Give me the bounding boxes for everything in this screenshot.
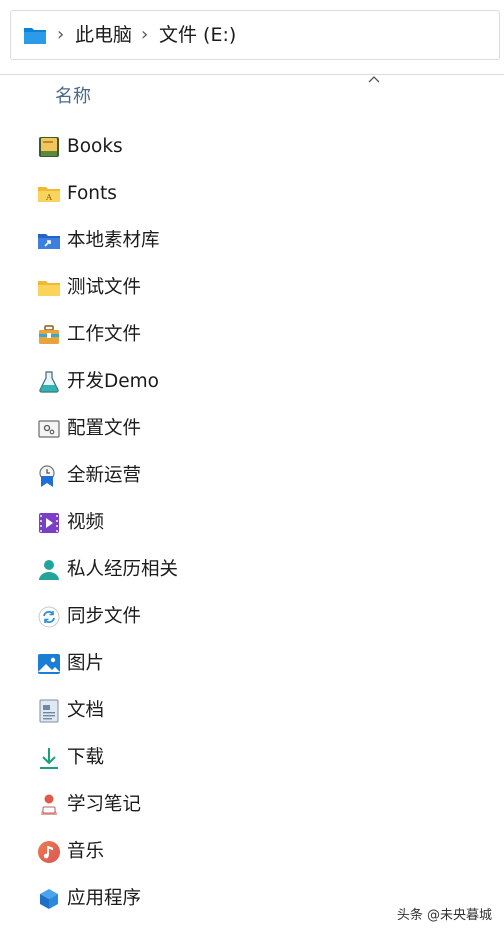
music-folder-icon [38,841,60,863]
sort-ascending-caret-icon[interactable] [367,74,381,84]
item-label: 工作文件 [67,324,142,345]
item-label: 视频 [67,512,105,533]
item-label: 文档 [67,700,105,721]
item-label: 应用程序 [67,888,142,909]
flask-folder-icon [39,371,59,393]
videos-folder-icon [39,513,59,533]
list-item[interactable]: 开发Demo [30,361,470,401]
address-bar[interactable]: › 此电脑 › 文件 (E:) [10,10,500,60]
folder-icon [24,28,46,44]
list-item[interactable]: 学习笔记 [30,784,470,824]
item-label: 测试文件 [67,277,142,298]
item-label: 下载 [67,747,105,768]
operations-folder-icon [39,465,55,487]
documents-folder-icon [39,699,59,723]
pictures-folder-icon [38,654,60,674]
item-label: 学习笔记 [67,794,142,815]
list-item[interactable]: 文档 [30,690,470,730]
list-item[interactable]: 音乐 [30,831,470,871]
user-folder-icon [39,560,59,580]
notes-folder-icon [41,794,57,815]
item-label: Books [67,136,123,157]
local-materials-folder-icon [38,234,60,249]
list-item[interactable]: 全新运营 [30,455,470,495]
list-item[interactable]: 下载 [30,737,470,777]
fonts-folder-icon: A [38,187,60,202]
breadcrumb-separator[interactable]: › [141,24,148,46]
item-label: 图片 [67,653,105,674]
list-item[interactable]: 图片 [30,643,470,683]
svg-text:A: A [45,193,52,202]
work-briefcase-folder-icon [39,325,59,344]
item-label: 同步文件 [67,606,142,627]
list-item[interactable]: Books [30,126,470,166]
list-item[interactable]: 私人经历相关 [30,549,470,589]
list-item[interactable]: A Fonts [30,173,470,213]
item-label: Fonts [67,183,117,204]
item-label: 私人经历相关 [67,559,179,580]
breadcrumb-this-pc[interactable]: 此电脑 [75,23,132,47]
list-item[interactable]: 视频 [30,502,470,542]
item-label: 配置文件 [67,418,142,439]
sync-folder-icon [38,606,60,628]
list-item[interactable]: 配置文件 [30,408,470,448]
books-folder-icon [39,137,59,157]
list-item[interactable]: 测试文件 [30,267,470,307]
item-label: 全新运营 [67,465,142,486]
item-label: 本地素材库 [67,230,160,251]
list-item[interactable]: 工作文件 [30,314,470,354]
item-label: 音乐 [67,841,105,862]
applications-folder-icon [40,889,58,909]
breadcrumb-drive-e[interactable]: 文件 (E:) [159,23,236,47]
column-header-name[interactable]: 名称 [55,85,91,109]
downloads-folder-icon [40,748,58,769]
folder-icon [38,281,60,296]
breadcrumb-separator[interactable]: › [57,24,64,46]
list-item[interactable]: 同步文件 [30,596,470,636]
watermark: 头条 @未央暮城 [396,908,492,923]
divider [0,74,504,75]
item-label: 开发Demo [67,371,159,392]
settings-folder-icon [38,420,60,438]
list-item[interactable]: 本地素材库 [30,220,470,260]
